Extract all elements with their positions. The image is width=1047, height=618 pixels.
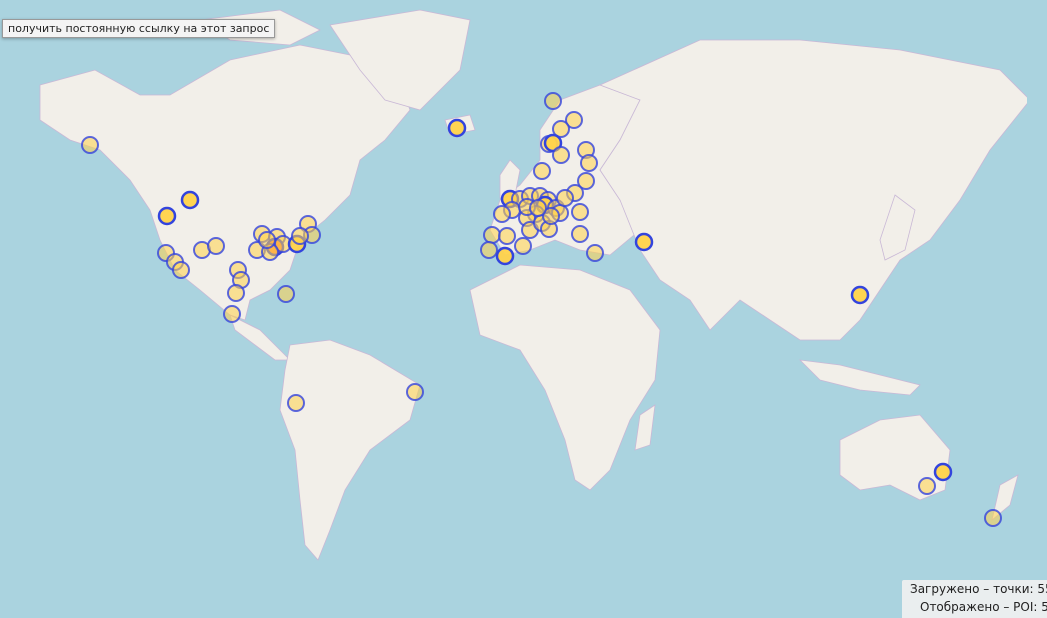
poi-marker[interactable] (634, 232, 654, 252)
tooltip-text: получить постоянную ссылку на этот запро… (8, 22, 270, 35)
poi-marker[interactable] (498, 227, 516, 245)
poi-marker[interactable] (533, 162, 551, 180)
poi-marker[interactable] (918, 477, 936, 495)
map-canvas[interactable] (0, 0, 1047, 618)
poi-marker[interactable] (157, 206, 177, 226)
poi-marker[interactable] (258, 231, 276, 249)
poi-marker[interactable] (81, 136, 99, 154)
poi-marker[interactable] (291, 227, 309, 245)
poi-marker[interactable] (277, 285, 295, 303)
poi-marker[interactable] (227, 284, 245, 302)
poi-marker[interactable] (406, 383, 424, 401)
poi-marker[interactable] (447, 118, 467, 138)
status-panel: Загружено – точки: 558, л Отображено – P… (902, 580, 1047, 618)
status-displayed: Отображено – POI: 551, (920, 600, 1047, 614)
poi-marker[interactable] (180, 190, 200, 210)
poi-marker[interactable] (556, 189, 574, 207)
map-edge (1027, 0, 1047, 580)
poi-marker[interactable] (571, 225, 589, 243)
poi-marker[interactable] (493, 205, 511, 223)
poi-marker[interactable] (544, 92, 562, 110)
poi-marker[interactable] (287, 394, 305, 412)
poi-marker[interactable] (480, 241, 498, 259)
status-loaded: Загружено – точки: 558, л (910, 582, 1047, 596)
poi-marker[interactable] (483, 226, 501, 244)
poi-marker[interactable] (571, 203, 589, 221)
poi-marker[interactable] (984, 509, 1002, 527)
poi-marker[interactable] (514, 237, 532, 255)
poi-marker[interactable] (207, 237, 225, 255)
poi-marker[interactable] (933, 462, 953, 482)
poi-marker[interactable] (529, 199, 547, 217)
permalink-tooltip[interactable]: получить постоянную ссылку на этот запро… (2, 19, 276, 38)
poi-marker[interactable] (223, 305, 241, 323)
poi-marker[interactable] (586, 244, 604, 262)
poi-marker[interactable] (850, 285, 870, 305)
poi-marker[interactable] (580, 154, 598, 172)
poi-marker[interactable] (495, 246, 515, 266)
poi-marker[interactable] (552, 146, 570, 164)
poi-marker[interactable] (172, 261, 190, 279)
